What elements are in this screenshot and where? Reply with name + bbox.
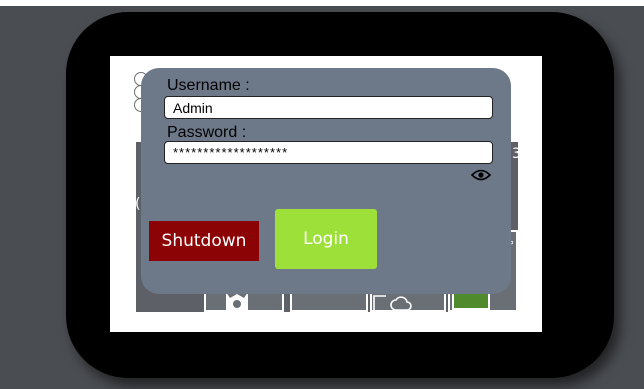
login-dialog: Username : Admin Password : ************…	[141, 68, 511, 294]
password-label: Password :	[167, 124, 247, 141]
background-edge-glyph: 3	[512, 146, 521, 162]
username-label: Username :	[167, 77, 250, 94]
login-button[interactable]: Login	[275, 209, 377, 269]
top-edge-strip	[0, 0, 644, 6]
gear-icon	[226, 292, 248, 310]
background-edge-glyph: (	[135, 196, 141, 212]
username-field[interactable]: Admin	[164, 96, 493, 119]
password-field[interactable]: *******************	[164, 141, 493, 164]
eye-icon[interactable]	[471, 169, 491, 181]
shutdown-button[interactable]: Shutdown	[149, 221, 259, 261]
